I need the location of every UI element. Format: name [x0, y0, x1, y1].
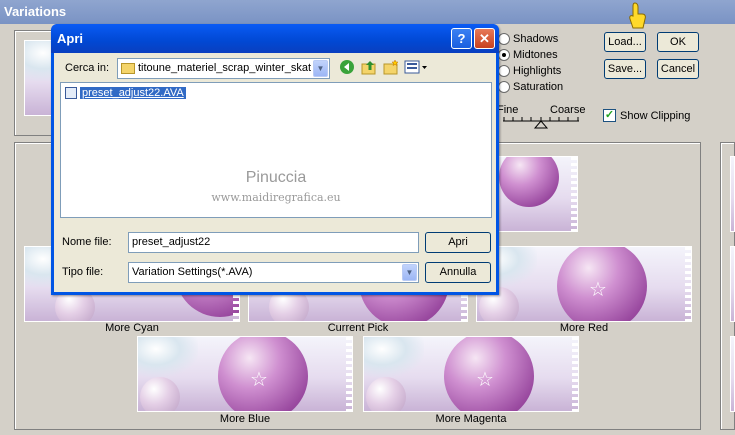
radio-shadows-label: Shadows: [513, 33, 559, 45]
help-icon: ?: [457, 31, 466, 46]
radio-shadows-dot[interactable]: [498, 33, 510, 45]
file-list[interactable]: preset_adjust22.AVA Pinuccia www.maidire…: [60, 82, 492, 218]
more-magenta-caption: More Magenta: [435, 413, 507, 425]
filetype-dropdown-icon[interactable]: ▼: [402, 264, 417, 281]
variations-title-bar: Variations: [0, 0, 735, 24]
radio-midtones-label: Midtones: [513, 49, 558, 61]
open-button[interactable]: Apri: [425, 232, 491, 253]
filetype-label: Tipo file:: [62, 266, 104, 278]
look-in-dropdown-icon[interactable]: ▼: [313, 60, 328, 77]
ok-button[interactable]: OK: [657, 32, 699, 52]
load-button[interactable]: Load...: [604, 32, 646, 52]
show-clipping-label: Show Clipping: [620, 109, 691, 122]
look-in-value: titoune_materiel_scrap_winter_skat: [138, 62, 312, 74]
show-clipping-check-icon[interactable]: ✓: [603, 109, 616, 122]
new-folder-icon[interactable]: [382, 59, 400, 77]
watermark-site: www.maidiregrafica.eu: [211, 191, 341, 204]
radio-saturation[interactable]: Saturation: [498, 81, 563, 93]
view-menu-icon[interactable]: [404, 59, 430, 77]
look-in-label: Cerca in:: [65, 62, 110, 74]
file-item[interactable]: preset_adjust22.AVA: [65, 87, 186, 99]
more-blue-caption: More Blue: [219, 413, 271, 425]
radio-midtones-dot[interactable]: [498, 49, 510, 61]
filename-label: Nome file:: [62, 236, 112, 248]
open-dialog-body: Cerca in: titoune_materiel_scrap_winter_…: [54, 53, 496, 292]
show-clipping-checkbox[interactable]: ✓ Show Clipping: [603, 109, 690, 122]
darker-thumbnail: [730, 336, 735, 412]
open-dialog-title-bar: Apri ? ✕: [51, 24, 499, 53]
help-button[interactable]: ?: [451, 28, 472, 49]
radio-midtones[interactable]: Midtones: [498, 49, 558, 61]
file-icon: [65, 87, 77, 99]
filename-input[interactable]: preset_adjust22: [128, 232, 419, 253]
fine-coarse-slider[interactable]: [503, 115, 579, 131]
save-button[interactable]: Save...: [604, 59, 646, 79]
close-icon: ✕: [479, 31, 490, 46]
look-in-combo[interactable]: titoune_materiel_scrap_winter_skat ▼: [117, 58, 330, 79]
radio-shadows[interactable]: Shadows: [498, 33, 558, 45]
current-right-thumbnail: [730, 246, 735, 322]
back-icon[interactable]: [338, 59, 356, 77]
more-cyan-caption: More Cyan: [105, 322, 159, 334]
more-magenta-thumbnail[interactable]: ☆: [363, 336, 579, 412]
radio-highlights-dot[interactable]: [498, 65, 510, 77]
folder-icon: [121, 62, 135, 74]
radio-highlights[interactable]: Highlights: [498, 65, 561, 77]
more-blue-thumbnail[interactable]: ☆: [137, 336, 353, 412]
lighter-thumbnail: [730, 156, 735, 232]
radio-saturation-dot[interactable]: [498, 81, 510, 93]
file-item-name[interactable]: preset_adjust22.AVA: [80, 87, 186, 99]
close-button[interactable]: ✕: [474, 28, 495, 49]
radio-saturation-label: Saturation: [513, 81, 564, 93]
dialog-cancel-button[interactable]: Annulla: [425, 262, 491, 283]
cancel-button[interactable]: Cancel: [657, 59, 699, 79]
radio-highlights-label: Highlights: [513, 65, 562, 77]
filetype-select[interactable]: Variation Settings(*.AVA) ▼: [128, 262, 419, 283]
dialog-title: Apri: [57, 31, 83, 46]
more-red-thumbnail[interactable]: ☆: [476, 246, 692, 322]
filetype-value: Variation Settings(*.AVA): [132, 266, 253, 278]
open-dialog: Apri ? ✕ Cerca in: titoune_materiel_scra…: [51, 24, 499, 295]
up-folder-icon[interactable]: [360, 59, 378, 77]
filename-value: preset_adjust22: [132, 236, 211, 248]
watermark-name: Pinuccia: [245, 169, 307, 186]
current-pick-caption: Current Pick: [327, 322, 389, 334]
window-title: Variations: [4, 4, 67, 19]
pointer-hand-icon: [627, 2, 647, 30]
more-red-caption: More Red: [559, 322, 609, 334]
